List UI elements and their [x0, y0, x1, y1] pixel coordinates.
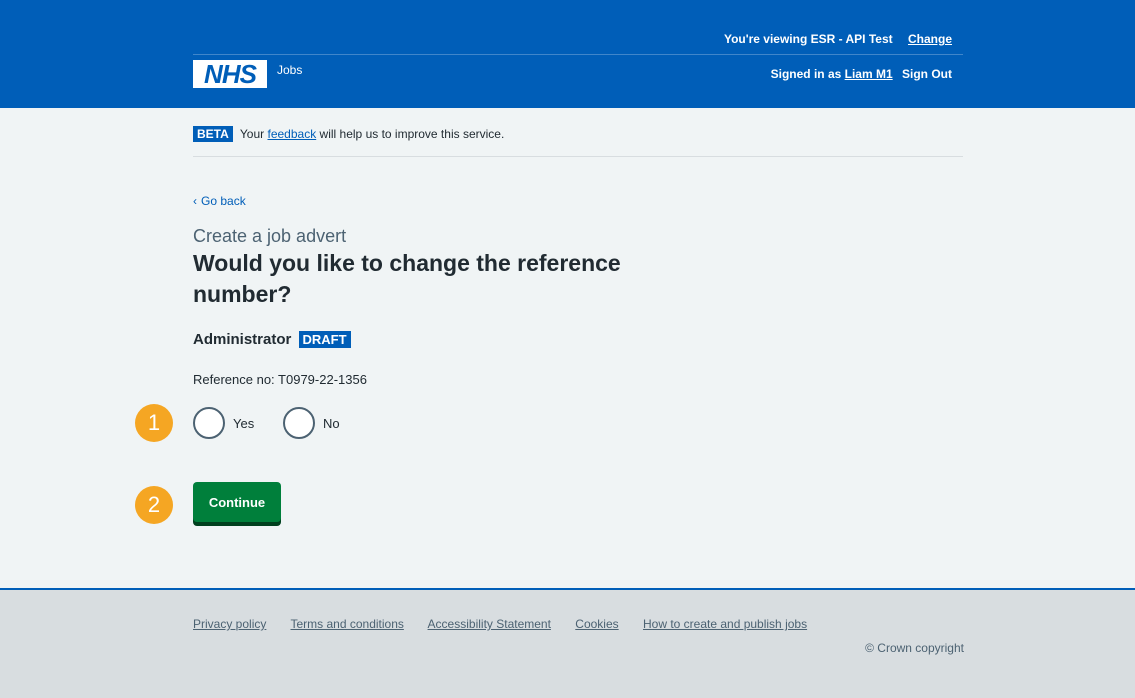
job-title: Administrator DRAFT [193, 331, 351, 348]
how-to-publish-link[interactable]: How to create and publish jobs [643, 617, 807, 631]
organisation-viewing: You're viewing ESR - API Test Change [724, 32, 952, 46]
viewing-text: You're viewing ESR - API Test [723, 32, 893, 46]
change-organisation-link[interactable]: Change [908, 32, 952, 46]
terms-link[interactable]: Terms and conditions [290, 617, 403, 631]
site-header: You're viewing ESR - API Test Change NHS… [0, 0, 1135, 108]
beta-tag: BETA [193, 126, 233, 142]
user-name-link[interactable]: Liam M1 [845, 67, 893, 81]
radio-yes-circle[interactable] [193, 407, 225, 439]
sign-out-link[interactable]: Sign Out [902, 67, 952, 81]
go-back-label: Go back [201, 194, 246, 208]
step-marker-1: 1 [135, 404, 173, 442]
go-back-link[interactable]: ‹ Go back [193, 194, 246, 208]
nhs-logo[interactable]: NHS [193, 60, 267, 88]
radio-no-label[interactable]: No [323, 416, 340, 431]
beta-banner: BETA Your feedback will help us to impro… [193, 126, 963, 157]
signed-in-text: Signed in as [770, 67, 842, 81]
beta-text-after: will help us to improve this service. [319, 127, 505, 141]
radio-yes-label[interactable]: Yes [233, 416, 254, 431]
status-badge: DRAFT [298, 331, 351, 348]
reference-number: Reference no: T0979-22-1356 [193, 372, 367, 387]
service-name[interactable]: Jobs [277, 63, 302, 77]
privacy-policy-link[interactable]: Privacy policy [193, 617, 266, 631]
continue-button[interactable]: Continue [193, 482, 281, 522]
page-caption: Create a job advert [193, 226, 347, 246]
cookies-link[interactable]: Cookies [575, 617, 618, 631]
copyright-text: © Crown copyright [865, 641, 964, 655]
header-divider [193, 54, 963, 55]
step-marker-2: 2 [135, 486, 173, 524]
feedback-link[interactable]: feedback [268, 127, 317, 141]
footer-links: Privacy policy Terms and conditions Acce… [193, 617, 828, 631]
beta-text-before: Your [239, 127, 265, 141]
signed-in-info: Signed in as Liam M1 Sign Out [771, 67, 952, 81]
accessibility-statement-link[interactable]: Accessibility Statement [428, 617, 551, 631]
site-footer: Privacy policy Terms and conditions Acce… [0, 588, 1135, 698]
page-title: Would you like to change the reference n… [193, 250, 621, 307]
job-title-text: Administrator [193, 331, 292, 348]
radio-no-circle[interactable] [283, 407, 315, 439]
chevron-left-icon: ‹ [193, 194, 197, 208]
